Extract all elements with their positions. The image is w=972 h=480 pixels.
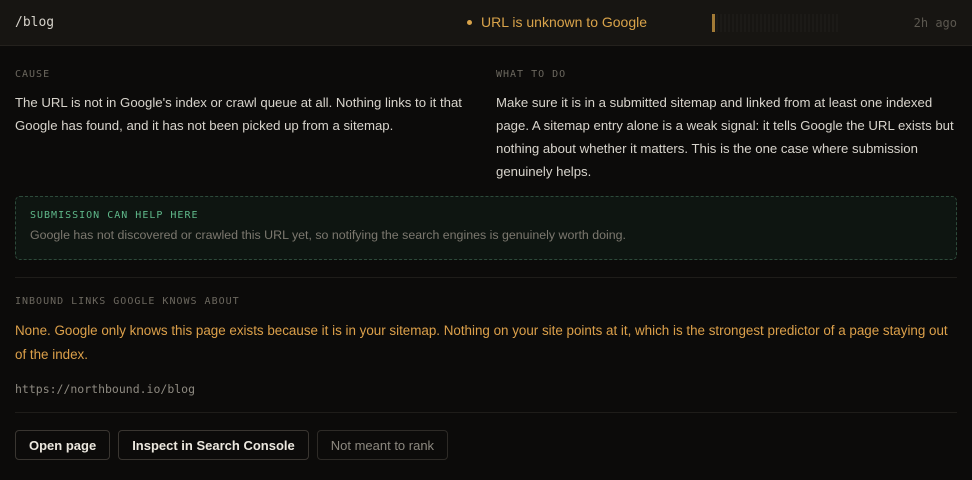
inbound-links-section: INBOUND LINKS GOOGLE KNOWS ABOUT None. G… <box>15 296 957 396</box>
cause-section: CAUSE The URL is not in Google's index o… <box>15 69 485 137</box>
inbound-label: INBOUND LINKS GOOGLE KNOWS ABOUT <box>15 296 240 307</box>
sparkline-bar <box>732 14 734 32</box>
last-checked: 2h ago <box>913 16 957 30</box>
sparkline-bar <box>720 14 722 32</box>
not-meant-to-rank-button[interactable]: Not meant to rank <box>316 430 449 460</box>
sparkline-bar <box>784 14 786 32</box>
what-to-do-text: Make sure it is in a submitted sitemap a… <box>496 95 954 179</box>
sparkline-bar <box>816 14 818 32</box>
what-to-do-section: WHAT TO DO Make sure it is in a submitte… <box>496 69 956 183</box>
submission-callout: SUBMISSION CAN HELP HERE Google has not … <box>15 196 957 260</box>
sparkline-bar <box>796 14 798 32</box>
sparkline-bar <box>724 14 726 32</box>
callout-text: Google has not discovered or crawled thi… <box>30 228 627 242</box>
callout-title: SUBMISSION CAN HELP HERE <box>30 210 199 221</box>
sparkline-bar <box>712 14 715 32</box>
sparkline-bar <box>744 14 746 32</box>
sparkline-bar <box>820 14 822 32</box>
sparkline-bar <box>760 14 762 32</box>
inbound-warning: None. Google only knows this page exists… <box>15 323 948 362</box>
sparkline-bar <box>828 14 830 32</box>
action-bar: Open page Inspect in Search Console Not … <box>15 430 449 460</box>
divider <box>15 277 957 278</box>
cause-text: The URL is not in Google's index or craw… <box>15 95 462 133</box>
sparkline-bar <box>792 14 794 32</box>
sparkline-bar <box>740 14 742 32</box>
url-path: /blog <box>15 15 55 30</box>
sparkline-bar <box>768 14 770 32</box>
sparkline-bar <box>764 14 766 32</box>
sparkline-bar <box>756 14 758 32</box>
status-indicator: URL is unknown to Google <box>467 14 647 30</box>
sparkline-bar <box>788 14 790 32</box>
sparkline-bar <box>836 14 838 32</box>
cause-label: CAUSE <box>15 69 51 80</box>
sparkline-bar <box>832 14 834 32</box>
open-page-button[interactable]: Open page <box>15 430 111 460</box>
sparkline-bar <box>780 14 782 32</box>
sparkline-bar <box>772 14 774 32</box>
status-text: URL is unknown to Google <box>481 14 648 30</box>
sparkline-bar <box>728 14 730 32</box>
sparkline-bar <box>824 14 826 32</box>
sparkline-bar <box>776 14 778 32</box>
sparkline-bar <box>800 14 802 32</box>
inspect-search-console-button[interactable]: Inspect in Search Console <box>118 430 309 460</box>
sparkline-bar <box>736 14 738 32</box>
result-header: /blog URL is unknown to Google 2h ago <box>0 0 972 46</box>
sparkline-bar <box>812 14 814 32</box>
history-sparkline <box>712 14 844 32</box>
page-url: https://northbound.io/blog <box>15 382 196 396</box>
sparkline-bar <box>748 14 750 32</box>
sparkline-bar <box>716 14 718 32</box>
what-to-do-label: WHAT TO DO <box>496 69 567 80</box>
divider <box>15 412 957 413</box>
sparkline-bar <box>804 14 806 32</box>
sparkline-bar <box>752 14 754 32</box>
sparkline-bar <box>808 14 810 32</box>
status-dot-icon <box>467 19 472 25</box>
